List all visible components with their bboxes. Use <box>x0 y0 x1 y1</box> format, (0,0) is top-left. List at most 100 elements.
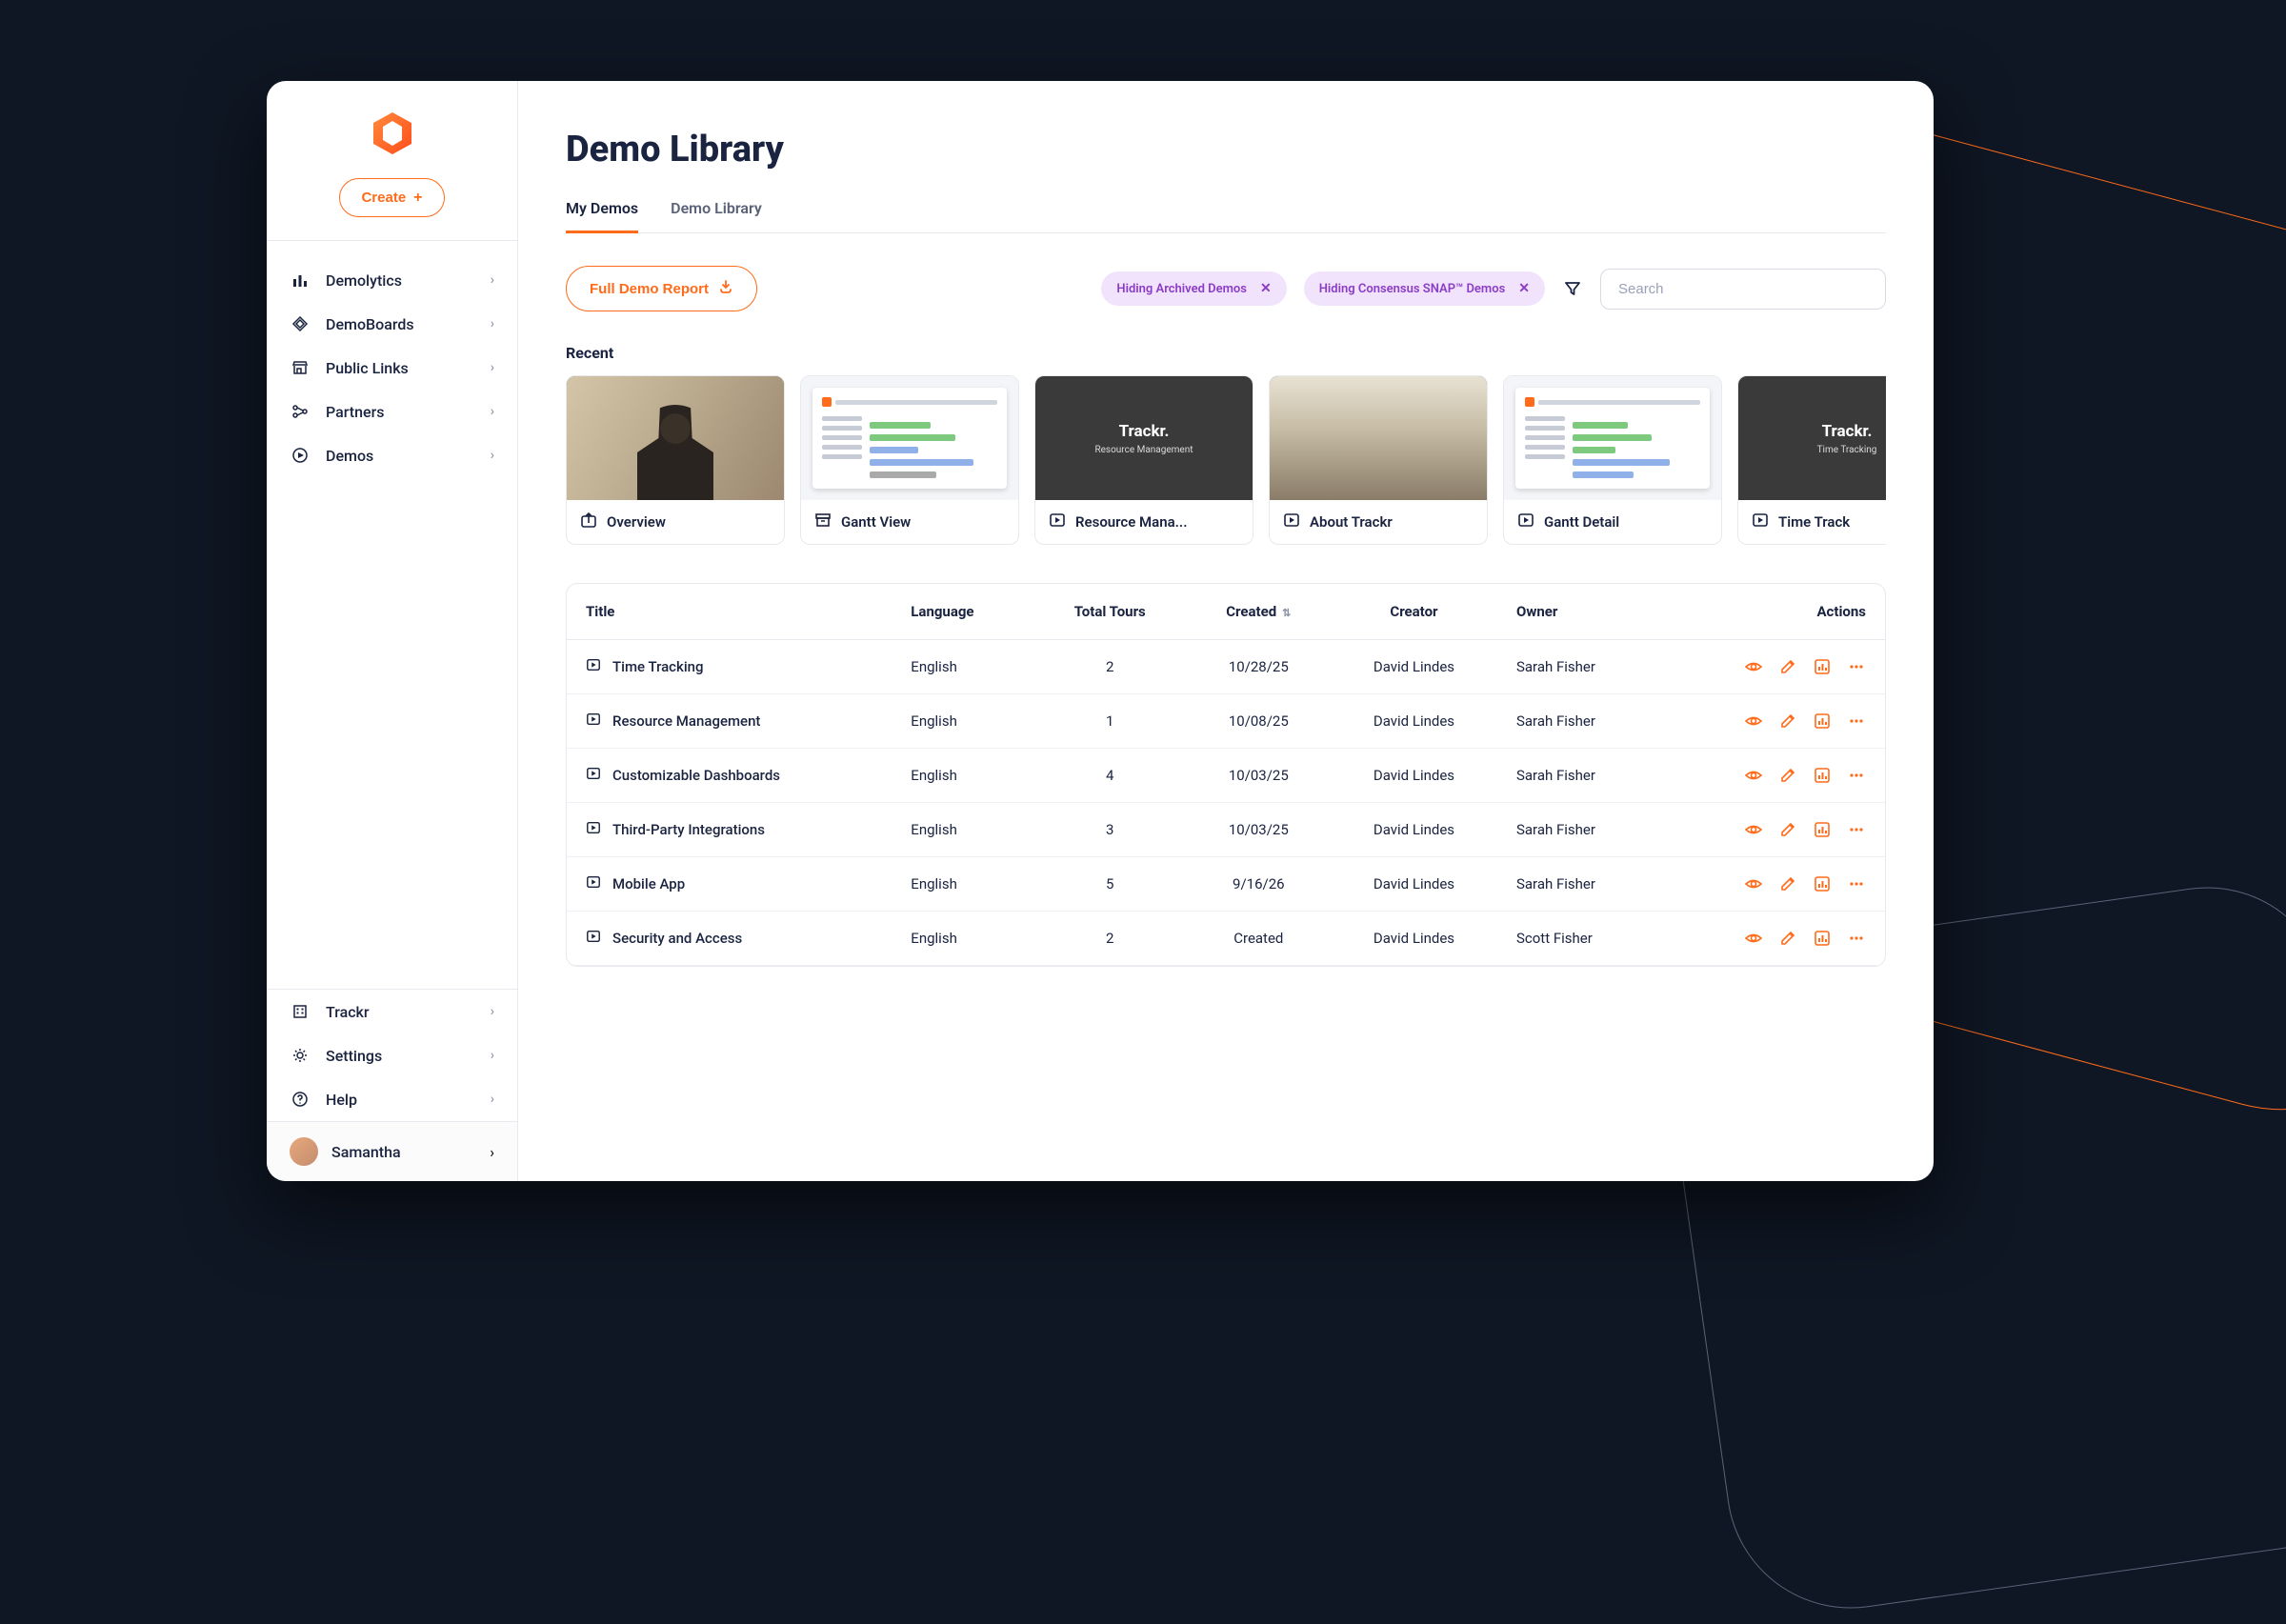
full-demo-report-button[interactable]: Full Demo Report <box>566 266 757 311</box>
recent-card[interactable]: Overview <box>566 375 785 545</box>
thumb-title: Trackr. <box>1119 422 1170 441</box>
report-button-label: Full Demo Report <box>590 281 709 297</box>
row-language: English <box>892 694 1033 749</box>
recent-card[interactable]: Trackr. Time Tracking Time Track <box>1737 375 1886 545</box>
row-created: 9/16/26 <box>1187 857 1331 912</box>
diamond-icon <box>290 313 311 334</box>
title-cell[interactable]: Third-Party Integrations <box>586 820 872 839</box>
close-icon[interactable]: ✕ <box>1518 281 1530 296</box>
sidebar-item-demos[interactable]: Demos › <box>267 433 517 477</box>
analytics-action[interactable] <box>1813 929 1832 948</box>
table-row: Resource ManagementEnglish110/08/25David… <box>567 694 1885 749</box>
row-language: English <box>892 912 1033 966</box>
filter-chip-snap[interactable]: Hiding Consensus SNAP™ Demos ✕ <box>1304 271 1545 306</box>
sidebar-item-demoboards[interactable]: DemoBoards › <box>267 302 517 346</box>
more-action[interactable] <box>1847 874 1866 893</box>
recent-card[interactable]: Trackr. Resource Management Resource Man… <box>1034 375 1253 545</box>
view-action[interactable] <box>1744 820 1763 839</box>
sort-icon: ⇅ <box>1282 607 1291 619</box>
edit-action[interactable] <box>1778 657 1797 676</box>
table-row: Security and AccessEnglish2CreatedDavid … <box>567 912 1885 966</box>
title-cell[interactable]: Resource Management <box>586 712 872 731</box>
view-action[interactable] <box>1744 657 1763 676</box>
sidebar-item-help[interactable]: Help › <box>267 1077 517 1121</box>
title-cell[interactable]: Security and Access <box>586 929 872 948</box>
recent-card[interactable]: About Trackr <box>1269 375 1488 545</box>
thumb-subtitle: Time Tracking <box>1817 445 1877 455</box>
sidebar-user[interactable]: Samantha › <box>267 1121 517 1181</box>
filter-icon <box>1564 280 1581 297</box>
sidebar: Create + Demolytics › DemoBoards › Publi… <box>267 81 518 1181</box>
title-cell[interactable]: Time Tracking <box>586 657 872 676</box>
analytics-action[interactable] <box>1813 712 1832 731</box>
view-action[interactable] <box>1744 874 1763 893</box>
sidebar-footer: Trackr › Settings › Help › Samantha › <box>267 989 517 1181</box>
recent-card[interactable]: Gantt View <box>800 375 1019 545</box>
recent-label: Recent <box>566 344 1886 362</box>
more-action[interactable] <box>1847 820 1866 839</box>
chevron-right-icon: › <box>491 404 494 419</box>
view-action[interactable] <box>1744 712 1763 731</box>
tabs: My Demos Demo Library <box>566 199 1886 233</box>
sidebar-item-settings[interactable]: Settings › <box>267 1033 517 1077</box>
col-created[interactable]: Created⇅ <box>1187 584 1331 640</box>
create-button-label: Create <box>361 190 406 206</box>
sidebar-item-label: DemoBoards <box>326 315 491 333</box>
play-icon <box>586 874 601 893</box>
create-button[interactable]: Create + <box>339 178 444 217</box>
analytics-action[interactable] <box>1813 766 1832 785</box>
edit-action[interactable] <box>1778 874 1797 893</box>
bars-icon <box>290 270 311 291</box>
col-title[interactable]: Title <box>567 584 892 640</box>
tab-label: My Demos <box>566 199 638 217</box>
col-tours[interactable]: Total Tours <box>1033 584 1187 640</box>
row-title: Time Tracking <box>612 658 704 675</box>
more-action[interactable] <box>1847 712 1866 731</box>
row-tours: 4 <box>1033 749 1187 803</box>
analytics-action[interactable] <box>1813 657 1832 676</box>
thumbnail <box>801 376 1018 500</box>
sidebar-item-trackr[interactable]: Trackr › <box>267 990 517 1033</box>
sidebar-item-label: Help <box>326 1091 491 1109</box>
edit-action[interactable] <box>1778 929 1797 948</box>
sidebar-item-public-links[interactable]: Public Links › <box>267 346 517 390</box>
recent-card[interactable]: Gantt Detail <box>1503 375 1722 545</box>
sidebar-item-label: Settings <box>326 1047 491 1065</box>
analytics-action[interactable] <box>1813 874 1832 893</box>
edit-action[interactable] <box>1778 820 1797 839</box>
table-row: Customizable DashboardsEnglish410/03/25D… <box>567 749 1885 803</box>
thumb-subtitle: Resource Management <box>1094 445 1193 455</box>
title-cell[interactable]: Mobile App <box>586 874 872 893</box>
view-action[interactable] <box>1744 766 1763 785</box>
close-icon[interactable]: ✕ <box>1260 281 1272 296</box>
row-creator: David Lindes <box>1331 857 1497 912</box>
search-input[interactable] <box>1600 269 1886 310</box>
analytics-action[interactable] <box>1813 820 1832 839</box>
edit-action[interactable] <box>1778 712 1797 731</box>
chevron-right-icon: › <box>491 360 494 375</box>
view-action[interactable] <box>1744 929 1763 948</box>
toolbar: Full Demo Report Hiding Archived Demos ✕… <box>566 266 1886 311</box>
chevron-right-icon: › <box>491 316 494 331</box>
chevron-right-icon: › <box>491 272 494 288</box>
sidebar-item-demolytics[interactable]: Demolytics › <box>267 258 517 302</box>
more-action[interactable] <box>1847 766 1866 785</box>
more-action[interactable] <box>1847 657 1866 676</box>
play-icon <box>586 657 601 676</box>
filter-chip-archived[interactable]: Hiding Archived Demos ✕ <box>1101 271 1286 306</box>
thumbnail <box>567 376 784 500</box>
title-cell[interactable]: Customizable Dashboards <box>586 766 872 785</box>
sidebar-item-partners[interactable]: Partners › <box>267 390 517 433</box>
edit-action[interactable] <box>1778 766 1797 785</box>
tab-my-demos[interactable]: My Demos <box>566 199 638 232</box>
col-language[interactable]: Language <box>892 584 1033 640</box>
demo-table: Title Language Total Tours Created⇅ Crea… <box>566 583 1886 967</box>
play-icon <box>586 712 601 731</box>
sidebar-nav: Demolytics › DemoBoards › Public Links ›… <box>267 241 517 494</box>
filter-button[interactable] <box>1562 278 1583 299</box>
more-action[interactable] <box>1847 929 1866 948</box>
table-row: Mobile AppEnglish59/16/26David LindesSar… <box>567 857 1885 912</box>
col-creator[interactable]: Creator <box>1331 584 1497 640</box>
tab-demo-library[interactable]: Demo Library <box>671 199 762 232</box>
col-owner[interactable]: Owner <box>1497 584 1661 640</box>
